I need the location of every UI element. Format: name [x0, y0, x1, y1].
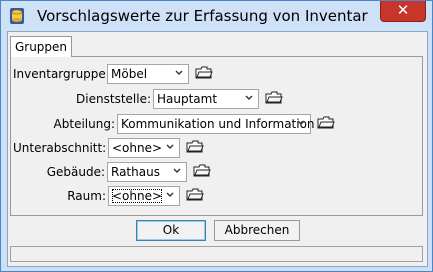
- chevron-down-icon: [244, 93, 254, 106]
- ok-button[interactable]: Ok: [136, 220, 206, 241]
- dienststelle-label: Dienststelle:: [76, 92, 151, 106]
- dienststelle-value: Hauptamt: [157, 92, 218, 106]
- status-bar: [10, 246, 423, 262]
- cancel-button[interactable]: Abbrechen: [214, 220, 300, 241]
- database-icon: [9, 7, 25, 25]
- unterabschnitt-label: Unterabschnitt:: [13, 141, 107, 155]
- inventargruppe-label: Inventargruppe:: [13, 67, 110, 81]
- dienststelle-folder-button[interactable]: [265, 91, 283, 107]
- gebaeude-folder-button[interactable]: [193, 164, 211, 180]
- inventargruppe-value: Möbel: [111, 67, 148, 81]
- unterabschnitt-select[interactable]: <ohne>: [108, 138, 180, 158]
- chevron-down-icon: [165, 190, 175, 203]
- abteilung-select[interactable]: Kommunikation und Information: [117, 114, 315, 134]
- raum-label: Raum:: [67, 189, 106, 203]
- chevron-down-icon: [296, 118, 306, 131]
- unterabschnitt-folder-button[interactable]: [186, 140, 204, 156]
- gebaeude-value: Rathaus: [111, 165, 160, 179]
- tab-label: Gruppen: [14, 40, 68, 54]
- dialog-client-area: Gruppen Inventargruppe: Möbel Dienststel…: [7, 31, 428, 267]
- title-bar[interactable]: Vorschlagswerte zur Erfassung von Invent…: [1, 1, 432, 31]
- inventargruppe-select[interactable]: Möbel: [107, 64, 189, 84]
- close-button[interactable]: ✕: [380, 1, 426, 22]
- dialog-window: Vorschlagswerte zur Erfassung von Invent…: [0, 0, 433, 272]
- tab-panel-gruppen: Inventargruppe: Möbel Dienststelle: Haup…: [10, 56, 423, 216]
- close-icon: ✕: [396, 1, 410, 19]
- chevron-down-icon: [174, 68, 184, 81]
- gebaeude-label: Gebäude:: [46, 165, 105, 179]
- abteilung-label: Abteilung:: [53, 117, 115, 131]
- raum-folder-button[interactable]: [186, 188, 204, 204]
- gebaeude-select[interactable]: Rathaus: [107, 162, 187, 182]
- inventargruppe-folder-button[interactable]: [195, 66, 213, 82]
- unterabschnitt-value: <ohne>: [112, 141, 163, 155]
- raum-value: <ohne>: [112, 189, 163, 203]
- dienststelle-select[interactable]: Hauptamt: [153, 89, 259, 109]
- chevron-down-icon: [172, 166, 182, 179]
- window-title: Vorschlagswerte zur Erfassung von Invent…: [37, 7, 368, 25]
- abteilung-value: Kommunikation und Information: [121, 117, 315, 131]
- tab-gruppen[interactable]: Gruppen: [10, 36, 72, 57]
- raum-select[interactable]: <ohne>: [108, 186, 180, 206]
- abteilung-folder-button[interactable]: [317, 116, 335, 132]
- chevron-down-icon: [165, 142, 175, 155]
